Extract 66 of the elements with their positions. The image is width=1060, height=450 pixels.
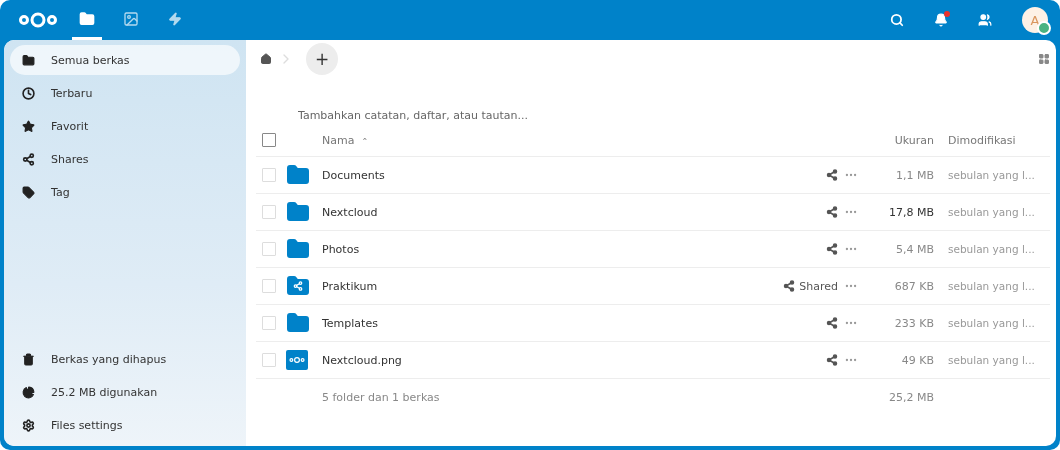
column-header[interactable]: Ukuran bbox=[878, 133, 934, 147]
share-status[interactable]: Shared bbox=[799, 279, 838, 293]
column-header[interactable]: Nama ⌃ bbox=[322, 133, 734, 147]
row-checkbox[interactable] bbox=[262, 242, 276, 256]
modified-date: sebulan yang l... bbox=[947, 169, 1036, 181]
row-checkbox[interactable] bbox=[262, 168, 276, 182]
folder-icon bbox=[286, 200, 310, 224]
share-icon[interactable] bbox=[783, 280, 796, 292]
folder-icon bbox=[286, 163, 310, 187]
modified-date: sebulan yang l... bbox=[947, 280, 1036, 292]
modified-date: sebulan yang l... bbox=[947, 317, 1036, 329]
column-header[interactable]: Dimodifikasi bbox=[934, 133, 1050, 147]
modified-date: sebulan yang l... bbox=[947, 354, 1036, 366]
tag-icon bbox=[22, 185, 35, 199]
folder-icon bbox=[286, 311, 310, 335]
total-size: 25,2 MB bbox=[887, 390, 934, 404]
file-name[interactable]: Nextcloud bbox=[322, 205, 734, 219]
grid-view-icon[interactable] bbox=[1038, 53, 1050, 65]
clock-icon bbox=[22, 86, 35, 100]
file-size: 687 KB bbox=[893, 279, 934, 293]
pie-chart-icon bbox=[22, 385, 35, 399]
share-icon[interactable] bbox=[826, 206, 838, 218]
new-button[interactable]: + bbox=[306, 43, 338, 75]
file-size: 233 KB bbox=[893, 316, 934, 330]
share-icon bbox=[22, 152, 35, 166]
share-icon[interactable] bbox=[826, 169, 838, 181]
row-checkbox[interactable] bbox=[262, 279, 276, 293]
modified-date: sebulan yang l... bbox=[947, 206, 1036, 218]
sidebar-item[interactable]: Berkas yang dihapus bbox=[10, 344, 240, 374]
lightning-icon bbox=[168, 11, 182, 26]
row-checkbox[interactable] bbox=[262, 316, 276, 330]
share-icon[interactable] bbox=[826, 243, 838, 255]
home-icon[interactable] bbox=[260, 53, 272, 65]
file-name[interactable]: Photos bbox=[322, 242, 734, 256]
row-checkbox[interactable] bbox=[262, 205, 276, 219]
share-icon[interactable] bbox=[826, 317, 838, 329]
settings-icon bbox=[22, 418, 35, 432]
file-name[interactable]: Praktikum bbox=[322, 279, 734, 293]
file-name[interactable]: Templates bbox=[322, 316, 734, 330]
sidebar-item[interactable]: 25.2 MB digunakan bbox=[10, 377, 240, 407]
file-name[interactable]: Nextcloud.png bbox=[322, 353, 734, 367]
sidebar-item[interactable]: Favorit bbox=[10, 111, 240, 141]
folder-icon bbox=[22, 53, 35, 67]
shared-folder-icon bbox=[286, 276, 310, 296]
share-icon[interactable] bbox=[826, 354, 838, 366]
file-size: 5,4 MB bbox=[894, 242, 934, 256]
summary-text: 5 folder dan 1 berkas bbox=[322, 390, 441, 404]
logo-icon[interactable] bbox=[18, 10, 58, 30]
image-icon bbox=[123, 10, 139, 27]
trash-icon bbox=[22, 352, 35, 366]
row-checkbox[interactable] bbox=[262, 353, 276, 367]
folder-icon bbox=[286, 237, 310, 261]
select-all-checkbox[interactable] bbox=[262, 133, 276, 147]
file-size: 1,1 MB bbox=[894, 168, 934, 182]
sidebar-item[interactable]: Shares bbox=[10, 144, 240, 174]
file-name[interactable]: Documents bbox=[322, 168, 734, 182]
file-size: 49 KB bbox=[900, 353, 934, 367]
star-icon bbox=[22, 119, 35, 133]
modified-date: sebulan yang l... bbox=[947, 243, 1036, 255]
sidebar-item[interactable]: Files settings bbox=[10, 410, 240, 440]
sidebar-item[interactable]: Terbaru bbox=[10, 78, 240, 108]
file-size: 17,8 MB bbox=[887, 205, 934, 219]
image-file-icon bbox=[286, 350, 308, 370]
folder-icon bbox=[79, 10, 95, 27]
sidebar-item[interactable]: Semua berkas bbox=[10, 45, 240, 75]
sidebar-item[interactable]: Tag bbox=[10, 177, 240, 207]
